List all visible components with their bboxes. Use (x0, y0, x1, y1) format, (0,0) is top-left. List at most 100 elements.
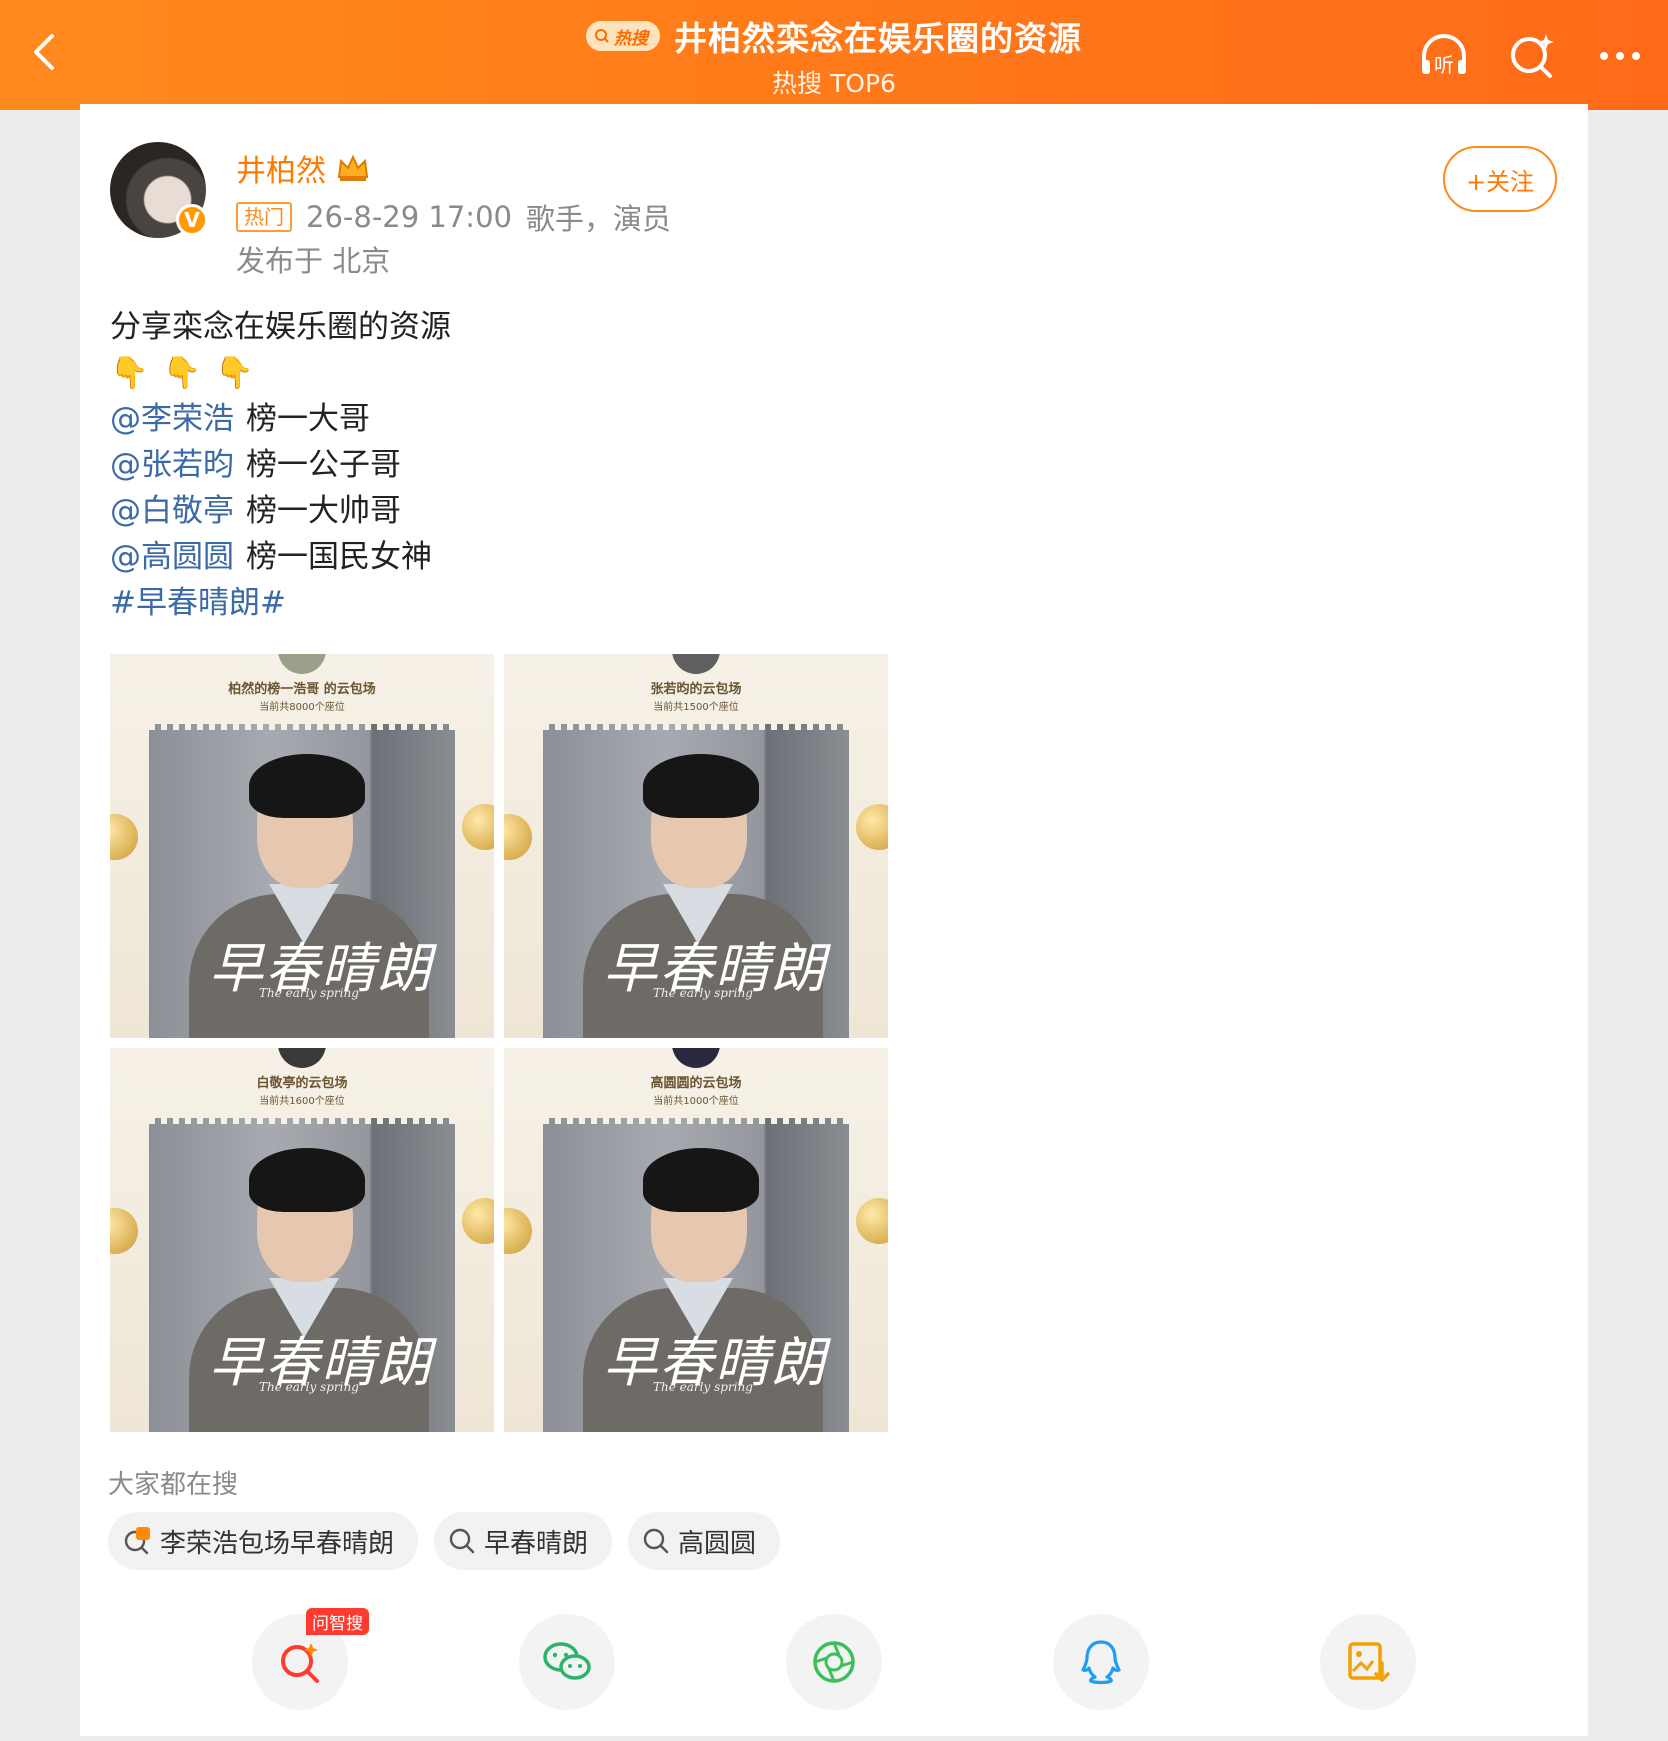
share-qq-button[interactable] (1053, 1614, 1149, 1710)
ask-search-button[interactable]: 问智搜 (252, 1608, 369, 1710)
search-chip[interactable]: 早春晴朗 (434, 1512, 613, 1570)
search-chip[interactable]: 高圆圆 (628, 1512, 781, 1570)
point-down-emoji: 👇 (215, 355, 254, 391)
ask-search-badge: 问智搜 (306, 1608, 369, 1635)
sparkle-search-icon (1511, 34, 1554, 78)
share-wechat-button[interactable] (519, 1614, 615, 1710)
poster-subtitle: The early spring (653, 1380, 753, 1394)
image-tile[interactable]: 白敬亭的云包场 当前共1600个座位 早春晴朗 The early spring (110, 1048, 494, 1432)
poster-figure-hair (249, 754, 365, 818)
page-title: 井柏然栾念在娱乐圈的资源 (674, 19, 1082, 58)
hot-tag: 热门 (236, 202, 292, 232)
share-moments-button[interactable] (786, 1614, 882, 1710)
movie-poster: 早春晴朗 The early spring (149, 1118, 455, 1432)
decor-orb (110, 1208, 138, 1254)
top-bar: 热搜 井柏然栾念在娱乐圈的资源 热搜 TOP6 听 (0, 0, 1668, 110)
tile-subtitle: 当前共1600个座位 (259, 1096, 345, 1107)
tile-title: 高圆圆的云包场 (650, 1076, 742, 1091)
image-grid: 柏然的榜一浩哥 的云包场 当前共8000个座位 早春晴朗 The early s… (110, 654, 888, 1432)
hashtag-link[interactable]: #早春晴朗# (110, 580, 286, 626)
trending-search-chips: 李荣浩包场早春晴朗 早春晴朗 高圆圆 (108, 1512, 781, 1570)
movie-poster: 早春晴朗 The early spring (149, 724, 455, 1038)
tile-subtitle: 当前共8000个座位 (259, 702, 345, 713)
search-icon (449, 1528, 475, 1554)
mention-line: @白敬亭 榜一大帅哥 (110, 488, 451, 534)
listen-button[interactable]: 听 (1416, 28, 1472, 84)
decor-orb (462, 1198, 494, 1244)
follow-button[interactable]: +关注 (1443, 146, 1557, 212)
save-image-button[interactable] (1320, 1614, 1416, 1710)
emoji-row: 👇 👇 👇 (110, 350, 451, 396)
decor-orb (110, 814, 138, 860)
decor-orb (856, 804, 888, 850)
mention-link[interactable]: @张若昀 (110, 442, 234, 488)
image-tile[interactable]: 高圆圆的云包场 当前共1000个座位 早春晴朗 The early spring (504, 1048, 888, 1432)
search-icon (595, 29, 609, 43)
decor-orb (462, 804, 494, 850)
wechat-icon (543, 1642, 591, 1680)
mention-link[interactable]: @李荣浩 (110, 396, 234, 442)
mention-desc: 榜一国民女神 (246, 539, 432, 575)
point-down-emoji: 👇 (110, 355, 149, 391)
mention-line: @高圆圆 榜一国民女神 (110, 534, 451, 580)
moments-icon (813, 1641, 855, 1683)
image-tile[interactable]: 柏然的榜一浩哥 的云包场 当前共8000个座位 早春晴朗 The early s… (110, 654, 494, 1038)
post-meta: 热门 26-8-29 17:00 歌手，演员 (236, 196, 671, 238)
poster-figure-hair (643, 1148, 759, 1212)
post-time: 26-8-29 17:00 (306, 200, 512, 234)
decor-orb (504, 814, 532, 860)
hot-search-badge: 热搜 (586, 21, 660, 51)
post-text-line: 分享栾念在娱乐圈的资源 (110, 309, 451, 345)
ai-search-button[interactable] (1504, 28, 1560, 84)
share-row: 问智搜 (80, 1608, 1588, 1710)
mention-line: @张若昀 榜一公子哥 (110, 442, 451, 488)
post-card: V 井柏然 热门 26-8-29 17:00 歌手，演员 发布于 北京 +关注 … (80, 104, 1588, 1736)
search-icon (643, 1528, 669, 1554)
author-name[interactable]: 井柏然 (236, 146, 326, 190)
poster-figure-hair (249, 1148, 365, 1212)
poster-subtitle: The early spring (653, 986, 753, 1000)
headphones-icon: 听 (1422, 34, 1466, 77)
movie-poster: 早春晴朗 The early spring (543, 724, 849, 1038)
search-chip-label: 李荣浩包场早春晴朗 (160, 1528, 395, 1559)
post-body: 分享栾念在娱乐圈的资源 👇 👇 👇 @李荣浩 榜一大哥 @张若昀 榜一公子哥 @… (110, 304, 451, 626)
mention-link[interactable]: @高圆圆 (110, 534, 234, 580)
save-image-icon (1348, 1642, 1390, 1682)
hot-badge-label: 热搜 (614, 28, 648, 49)
tile-avatar (672, 1048, 720, 1068)
poster-subtitle: The early spring (259, 1380, 359, 1394)
point-down-emoji: 👇 (162, 355, 202, 391)
more-button[interactable] (1592, 28, 1648, 84)
mention-desc: 榜一大哥 (246, 401, 370, 437)
poster-figure-hair (643, 754, 759, 818)
qq-icon (1081, 1640, 1121, 1685)
image-tile[interactable]: 张若昀的云包场 当前共1500个座位 早春晴朗 The early spring (504, 654, 888, 1038)
more-dots-icon (1600, 52, 1640, 60)
decor-orb (504, 1208, 532, 1254)
tile-subtitle: 当前共1500个座位 (653, 702, 739, 713)
mention-link[interactable]: @白敬亭 (110, 488, 234, 534)
author-bio: 歌手，演员 (525, 202, 671, 236)
mention-desc: 榜一公子哥 (246, 447, 401, 483)
mention-desc: 榜一大帅哥 (246, 493, 401, 529)
crown-badge-icon (337, 154, 369, 181)
decor-orb (856, 1198, 888, 1244)
tile-avatar (278, 1048, 326, 1068)
poster-subtitle: The early spring (259, 986, 359, 1000)
tile-title: 白敬亭的云包场 (256, 1076, 348, 1091)
tile-title: 柏然的榜一浩哥 的云包场 (228, 682, 376, 697)
ask-search-icon (281, 1643, 319, 1683)
tile-avatar (672, 654, 720, 674)
verified-badge: V (176, 204, 208, 236)
mention-line: @李荣浩 榜一大哥 (110, 396, 451, 442)
author-name-row[interactable]: 井柏然 (236, 146, 370, 190)
hashtag-line: #早春晴朗# (110, 580, 451, 626)
hot-search-icon (124, 1527, 150, 1555)
search-chip[interactable]: 李荣浩包场早春晴朗 (108, 1512, 419, 1570)
search-chip-label: 高圆圆 (678, 1528, 757, 1559)
svg-text:听: 听 (1434, 53, 1454, 77)
tile-title: 张若昀的云包场 (650, 682, 742, 697)
tile-avatar (278, 654, 326, 674)
post-location: 发布于 北京 (236, 244, 391, 278)
movie-poster: 早春晴朗 The early spring (543, 1118, 849, 1432)
